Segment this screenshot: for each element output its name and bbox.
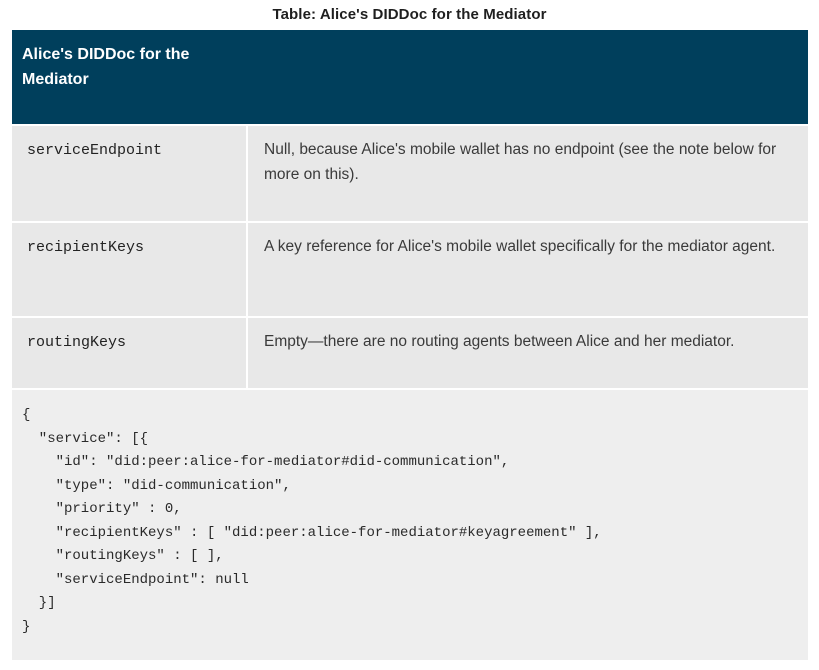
row-key-service-endpoint: serviceEndpoint [12,126,248,221]
json-code-block: { "service": [{ "id": "did:peer:alice-fo… [12,388,808,660]
row-value-recipient-keys: A key reference for Alice's mobile walle… [264,238,776,255]
table-row: routingKeys Empty—there are no routing a… [12,316,808,388]
diddoc-table: Alice's DIDDoc for the Mediator serviceE… [12,30,808,660]
row-value-service-endpoint: Null, because Alice's mobile wallet has … [264,141,777,183]
row-value-routing-keys: Empty—there are no routing agents betwee… [264,333,735,350]
row-key-recipient-keys: recipientKeys [12,223,248,316]
table-row: serviceEndpoint Null, because Alice's mo… [12,124,808,221]
table-row: recipientKeys A key reference for Alice'… [12,221,808,316]
table-header-label: Alice's DIDDoc for the Mediator [22,46,190,88]
table-header: Alice's DIDDoc for the Mediator [12,30,808,124]
table-caption: Table: Alice's DIDDoc for the Mediator [272,6,547,23]
row-key-routing-keys: routingKeys [12,318,248,388]
